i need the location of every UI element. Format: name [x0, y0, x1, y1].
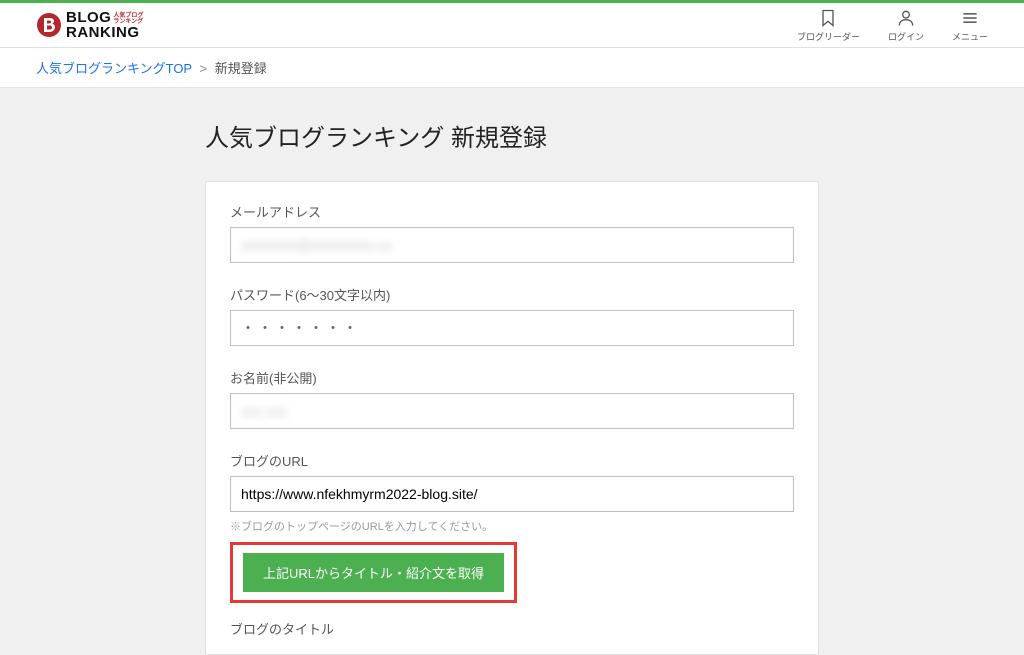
- name-label: お名前(非公開): [230, 368, 794, 387]
- url-hint: ※ブログのトップページのURLを入力してください。: [230, 518, 794, 534]
- hamburger-icon: [960, 8, 980, 28]
- password-field[interactable]: ・・・・・・・: [230, 310, 794, 346]
- nav-blog-reader[interactable]: ブログリーダー: [797, 8, 860, 43]
- nav-login[interactable]: ログイン: [888, 8, 924, 43]
- nav-menu[interactable]: メニュー: [952, 8, 988, 43]
- password-label: パスワード(6〜30文字以内): [230, 285, 794, 304]
- logo-line2: RANKING: [66, 25, 143, 40]
- nav-menu-label: メニュー: [952, 30, 988, 43]
- bookmark-icon: [818, 8, 838, 28]
- logo-icon: [36, 12, 62, 38]
- page-title: 人気ブログランキング 新規登録: [205, 118, 819, 173]
- fetch-highlight-box: 上記URLからタイトル・紹介文を取得: [230, 542, 517, 603]
- name-value: xxx xxx: [241, 403, 287, 419]
- email-value: xxxxxxxx@xxxxxxxxx.xx: [241, 237, 392, 253]
- password-group: パスワード(6〜30文字以内) ・・・・・・・: [230, 285, 794, 346]
- fetch-title-button[interactable]: 上記URLからタイトル・紹介文を取得: [243, 553, 504, 592]
- logo[interactable]: BLOG 人気ブログランキング RANKING: [36, 10, 143, 40]
- email-group: メールアドレス xxxxxxxx@xxxxxxxxx.xx: [230, 202, 794, 263]
- header: BLOG 人気ブログランキング RANKING ブログリーダー ログイン メニュ…: [0, 3, 1024, 48]
- person-icon: [896, 8, 916, 28]
- name-field[interactable]: xxx xxx: [230, 393, 794, 429]
- url-label: ブログのURL: [230, 451, 794, 470]
- url-field[interactable]: [230, 476, 794, 512]
- registration-form: メールアドレス xxxxxxxx@xxxxxxxxx.xx パスワード(6〜30…: [205, 181, 819, 655]
- breadcrumb-top-link[interactable]: 人気ブログランキングTOP: [36, 61, 192, 76]
- page-content: 人気ブログランキング 新規登録 メールアドレス xxxxxxxx@xxxxxxx…: [0, 88, 1024, 655]
- breadcrumb: 人気ブログランキングTOP > 新規登録: [0, 48, 1024, 88]
- breadcrumb-current: 新規登録: [215, 61, 267, 76]
- breadcrumb-separator: >: [200, 61, 208, 76]
- nav-login-label: ログイン: [888, 30, 924, 43]
- logo-line1: BLOG: [66, 10, 111, 25]
- nav: ブログリーダー ログイン メニュー: [797, 8, 988, 43]
- nav-reader-label: ブログリーダー: [797, 30, 860, 43]
- blog-title-label: ブログのタイトル: [230, 619, 794, 638]
- logo-text: BLOG 人気ブログランキング RANKING: [66, 10, 143, 40]
- url-group: ブログのURL ※ブログのトップページのURLを入力してください。: [230, 451, 794, 534]
- email-label: メールアドレス: [230, 202, 794, 221]
- name-group: お名前(非公開) xxx xxx: [230, 368, 794, 429]
- password-value: ・・・・・・・: [241, 318, 360, 338]
- blog-title-group: ブログのタイトル: [230, 619, 794, 638]
- email-field[interactable]: xxxxxxxx@xxxxxxxxx.xx: [230, 227, 794, 263]
